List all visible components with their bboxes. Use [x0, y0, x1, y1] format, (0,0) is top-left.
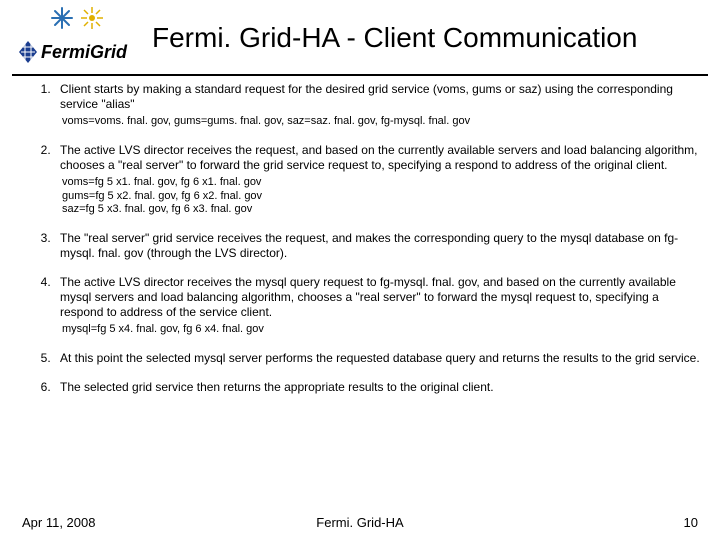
- step-subline: voms=fg 5 x1. fnal. gov, fg 6 x1. fnal. …: [60, 176, 702, 190]
- footer-date: Apr 11, 2008: [22, 515, 95, 530]
- fermigrid-wordmark-icon: FermiGrid: [17, 39, 137, 70]
- step-subline: gums=fg 5 x2. fnal. gov, fg 6 x2. fnal. …: [60, 190, 702, 204]
- slide-title: Fermi. Grid-HA - Client Communication: [142, 23, 637, 52]
- step-subline: mysql=fg 5 x4. fnal. gov, fg 6 x4. fnal.…: [60, 323, 702, 337]
- step-main-text: The "real server" grid service receives …: [60, 231, 702, 261]
- step-subline: voms=voms. fnal. gov, gums=gums. fnal. g…: [60, 115, 702, 129]
- logo-text: FermiGrid: [41, 42, 128, 62]
- slide-footer: Apr 11, 2008 Fermi. Grid-HA 10: [0, 515, 720, 530]
- step-main-text: The active LVS director receives the req…: [60, 143, 702, 173]
- logo-cluster: FermiGrid: [12, 6, 142, 70]
- steps-list: Client starts by making a standard reque…: [18, 82, 702, 395]
- step-main-text: The active LVS director receives the mys…: [60, 275, 702, 320]
- header-divider: [12, 74, 708, 76]
- step-main-text: Client starts by making a standard reque…: [60, 82, 702, 112]
- step-subline: saz=fg 5 x3. fnal. gov, fg 6 x3. fnal. g…: [60, 203, 702, 217]
- step-item: Client starts by making a standard reque…: [54, 82, 702, 129]
- footer-page: 10: [684, 515, 698, 530]
- step-item: The active LVS director receives the req…: [54, 143, 702, 217]
- slide-body: Client starts by making a standard reque…: [0, 82, 720, 395]
- step-item: The selected grid service then returns t…: [54, 380, 702, 395]
- burst-icon: [80, 6, 104, 35]
- step-item: The active LVS director receives the mys…: [54, 275, 702, 337]
- step-main-text: At this point the selected mysql server …: [60, 351, 702, 366]
- footer-center: Fermi. Grid-HA: [0, 515, 720, 530]
- slide-header: FermiGrid Fermi. Grid-HA - Client Commun…: [0, 0, 720, 70]
- snowflake-icon: [50, 6, 74, 35]
- step-main-text: The selected grid service then returns t…: [60, 380, 702, 395]
- step-item: The "real server" grid service receives …: [54, 231, 702, 261]
- step-item: At this point the selected mysql server …: [54, 351, 702, 366]
